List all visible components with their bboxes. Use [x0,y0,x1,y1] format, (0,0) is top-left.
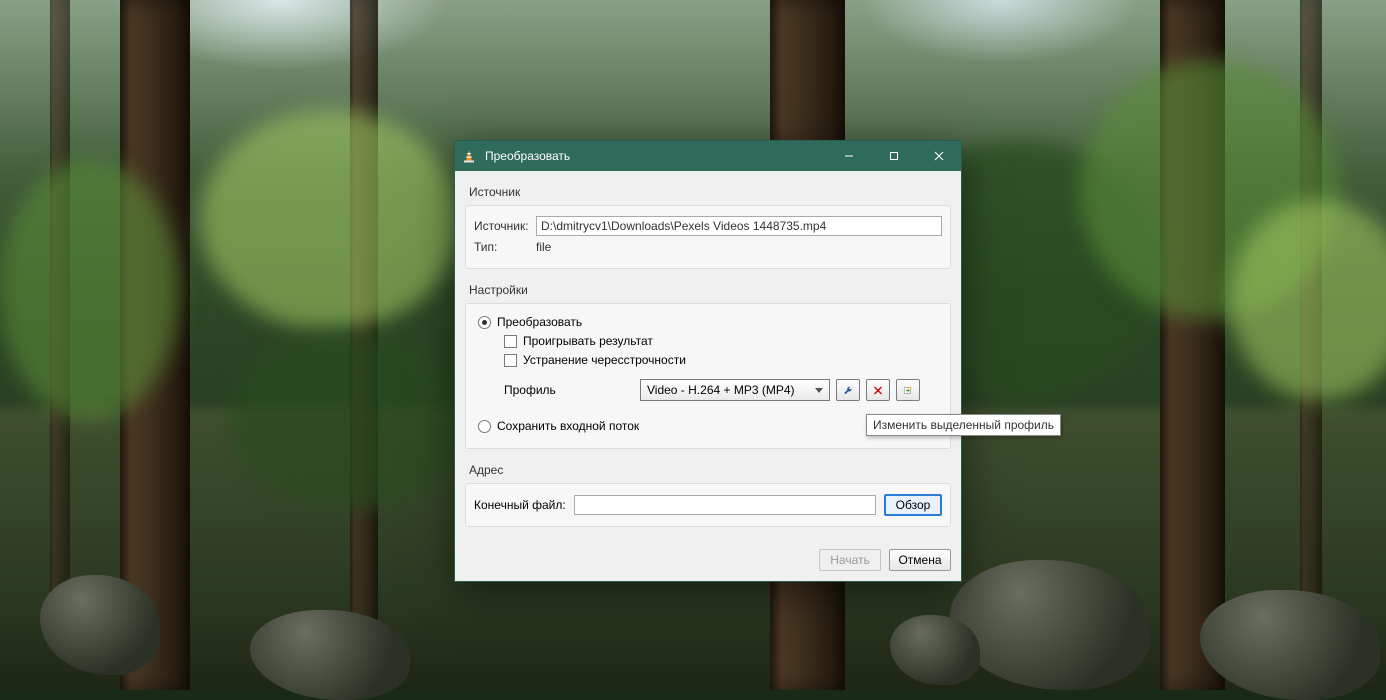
play-result-label: Проигрывать результат [523,334,653,348]
foliage [200,110,460,330]
edit-profile-button[interactable] [836,379,860,401]
source-label: Источник: [474,219,536,233]
chevron-down-icon [811,380,827,400]
radio-icon [478,420,491,433]
checkbox-icon [504,335,517,348]
convert-radio[interactable]: Преобразовать [478,315,942,329]
type-value: file [536,240,551,254]
source-group-label: Источник [469,185,951,199]
foliage [230,330,470,510]
source-group: Источник Источник: Тип: file [465,185,951,269]
vlc-cone-icon [461,148,477,164]
deinterlace-checkbox[interactable]: Устранение чересстрочности [504,353,942,367]
source-input[interactable] [536,216,942,236]
tooltip-edit-profile: Изменить выделенный профиль [866,414,1061,436]
browse-button[interactable]: Обзор [884,494,942,516]
save-stream-label: Сохранить входной поток [497,419,639,433]
minimize-button[interactable] [826,141,871,171]
convert-dialog: Преобразовать Источник Источник: Тип: fi… [454,140,962,582]
play-result-checkbox[interactable]: Проигрывать результат [504,334,942,348]
convert-radio-label: Преобразовать [497,315,582,329]
destination-file-label: Конечный файл: [474,498,566,512]
maximize-button[interactable] [871,141,916,171]
new-profile-button[interactable] [896,379,920,401]
checkbox-icon [504,354,517,367]
profile-value: Video - H.264 + MP3 (MP4) [647,383,811,397]
settings-group-label: Настройки [469,283,951,297]
destination-group: Адрес Конечный файл: Обзор [465,463,951,527]
destination-group-label: Адрес [469,463,951,477]
destination-file-input[interactable] [574,495,876,515]
start-button[interactable]: Начать [819,549,881,571]
profile-label: Профиль [504,383,634,397]
type-label: Тип: [474,240,536,254]
delete-profile-button[interactable] [866,379,890,401]
cancel-button[interactable]: Отмена [889,549,951,571]
close-button[interactable] [916,141,961,171]
foliage [0,160,180,420]
titlebar[interactable]: Преобразовать [455,141,961,171]
deinterlace-label: Устранение чересстрочности [523,353,686,367]
radio-icon [478,316,491,329]
window-title: Преобразовать [485,149,570,163]
profile-combobox[interactable]: Video - H.264 + MP3 (MP4) [640,379,830,401]
